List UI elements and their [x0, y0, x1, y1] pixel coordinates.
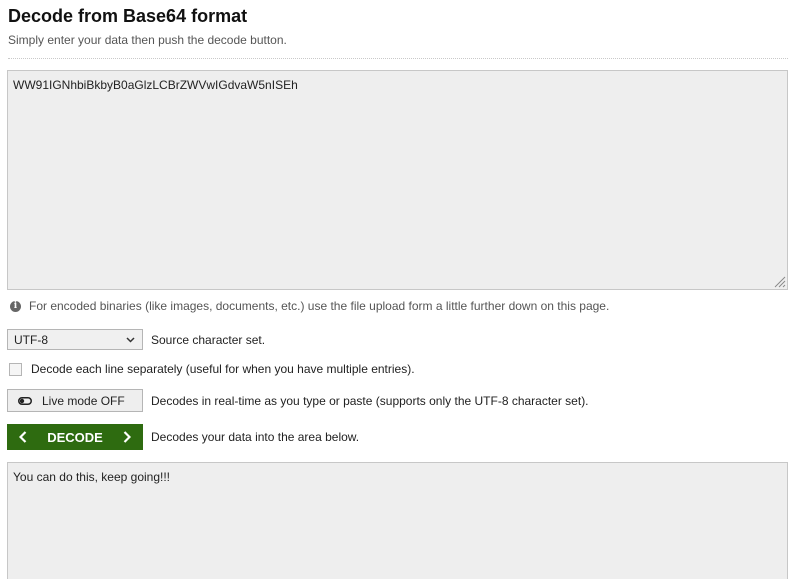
- charset-row: UTF-8 Source character set.: [7, 329, 265, 350]
- chevron-right-icon: [123, 431, 131, 443]
- divider: [8, 58, 788, 59]
- info-icon: i: [10, 300, 21, 312]
- live-mode-description: Decodes in real-time as you type or past…: [151, 393, 589, 408]
- each-line-row: Decode each line separately (useful for …: [7, 362, 415, 376]
- page-subtitle: Simply enter your data then push the dec…: [8, 33, 287, 47]
- resize-grip-icon[interactable]: [774, 276, 786, 288]
- live-mode-label: Live mode OFF: [42, 393, 125, 408]
- source-input[interactable]: WW91IGNhbiBkbyB0aGlzLCBrZWVwIGdvaW5nISEh: [7, 70, 788, 290]
- charset-selected: UTF-8: [14, 332, 48, 347]
- decode-row: DECODE Decodes your data into the area b…: [7, 424, 359, 450]
- decode-description: Decodes your data into the area below.: [151, 430, 360, 444]
- charset-label: Source character set.: [151, 332, 266, 347]
- info-note: i For encoded binaries (like images, doc…: [10, 299, 609, 313]
- toggle-icon: [18, 396, 32, 405]
- decode-button[interactable]: DECODE: [7, 424, 143, 450]
- each-line-checkbox[interactable]: [9, 362, 22, 376]
- page-title: Decode from Base64 format: [8, 6, 248, 26]
- chevron-down-icon: [126, 337, 135, 343]
- info-text: For encoded binaries (like images, docum…: [29, 299, 610, 313]
- chevron-left-icon: [19, 431, 27, 443]
- live-mode-button[interactable]: Live mode OFF: [7, 389, 143, 412]
- decode-label: DECODE: [47, 429, 103, 445]
- page: Decode from Base64 format Simply enter y…: [0, 0, 794, 579]
- output-area[interactable]: You can do this, keep going!!!: [7, 462, 788, 579]
- charset-select[interactable]: UTF-8: [7, 329, 143, 350]
- each-line-label: Decode each line separately (useful for …: [31, 362, 415, 376]
- live-mode-row: Live mode OFF Decodes in real-time as yo…: [7, 389, 589, 412]
